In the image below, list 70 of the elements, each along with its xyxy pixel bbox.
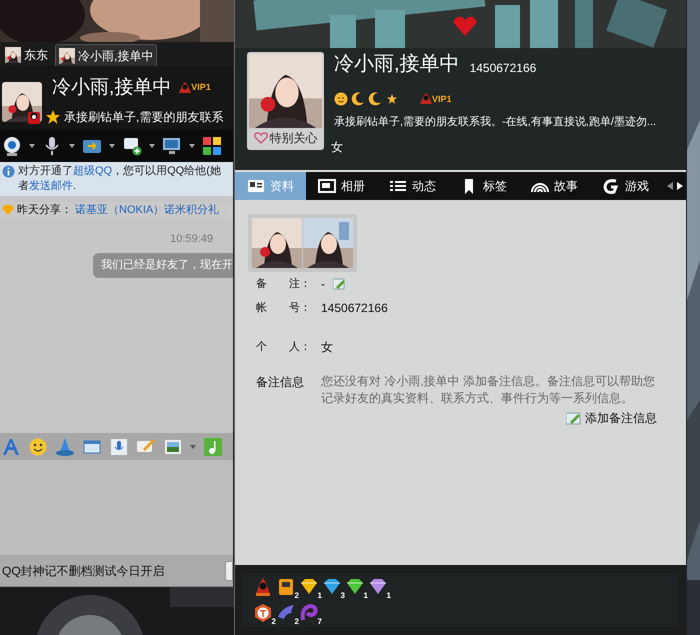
badge-count: 7 xyxy=(318,618,322,626)
sun-level-icon xyxy=(334,92,348,106)
edit-icon[interactable] xyxy=(333,278,346,290)
caret-icon[interactable] xyxy=(29,144,35,148)
profile-tab[interactable]: 游戏 xyxy=(590,172,661,200)
info-icon xyxy=(2,165,15,178)
apps-icon[interactable] xyxy=(202,136,222,156)
contact-signature: 承接刷钻单子,需要的朋友联系 xyxy=(64,109,224,126)
profile-tab[interactable]: 相册 xyxy=(306,172,377,200)
field-value: - xyxy=(321,276,325,293)
remark-description: 您还没有对 冷小雨,接单中 添加备注信息。备注信息可以帮助您记录好友的真实资料、联系方式、事件行为等一系列信息。 xyxy=(321,373,656,407)
caret-icon[interactable] xyxy=(189,144,195,148)
message-input[interactable] xyxy=(0,460,233,555)
notice-link[interactable]: 超级QQ xyxy=(73,165,112,177)
chat-tab[interactable]: 东东 xyxy=(2,44,51,66)
status-text: QQ封神记不删档测试今日开启 xyxy=(2,562,165,580)
badge-count: 1 xyxy=(386,592,391,600)
heart-plus-icon xyxy=(254,132,268,144)
badge-count: 1 xyxy=(364,592,368,600)
qq-number: 1450672166 xyxy=(470,62,536,74)
smiley-icon[interactable] xyxy=(28,436,48,456)
monitor-icon[interactable] xyxy=(162,136,182,156)
badge-count: 3 xyxy=(340,592,345,600)
field-label: 备 注： xyxy=(256,276,311,292)
vip-label: VIP1 xyxy=(432,94,452,104)
caret-icon[interactable] xyxy=(69,144,75,148)
star-icon xyxy=(46,110,60,124)
badge-count: 2 xyxy=(294,592,299,600)
field-value: 1450672166 xyxy=(321,300,388,317)
field-value: 女 xyxy=(321,339,333,356)
card-icon xyxy=(247,178,265,194)
profile-tab[interactable]: 故事 xyxy=(519,172,590,200)
vip-label: VIP1 xyxy=(191,83,211,92)
badge-count: 2 xyxy=(272,618,276,626)
diamond-icon xyxy=(2,205,14,216)
share-label: 昨天分享： xyxy=(17,202,72,218)
profile-tab[interactable]: 标签 xyxy=(448,172,519,200)
chat-add-icon[interactable] xyxy=(122,136,142,156)
chest-badge-icon[interactable] xyxy=(276,577,296,597)
gender-text: 女 xyxy=(331,139,343,156)
notice-link[interactable]: 发送邮件 xyxy=(29,180,73,192)
moon-level-icon xyxy=(368,92,382,106)
edit-icon xyxy=(566,412,582,424)
field-label: 帐 号： xyxy=(256,300,311,316)
star-level-icon xyxy=(385,92,399,106)
message-time: 10:59:49 xyxy=(170,232,213,246)
music-icon[interactable] xyxy=(203,436,223,456)
profile-name: 冷小雨,接单中 xyxy=(334,54,460,74)
left-arrow-icon[interactable] xyxy=(667,182,673,190)
caret-icon[interactable] xyxy=(109,144,115,148)
profile-tab[interactable]: 动态 xyxy=(377,172,448,200)
caret-icon[interactable] xyxy=(149,144,155,148)
game-icon xyxy=(602,178,620,194)
notice-text: 对方开通了超级QQ，您可以用QQ给他(她 者发送邮件. xyxy=(18,164,221,194)
list-icon xyxy=(389,178,407,194)
contact-name: 冷小雨,接单中 xyxy=(52,78,172,97)
webcam-icon[interactable] xyxy=(2,136,22,156)
badge-count: 1 xyxy=(318,592,322,600)
moon-level-icon xyxy=(351,92,365,106)
badge-count: 2 xyxy=(294,618,299,626)
field-label: 个 人： xyxy=(256,340,311,355)
medal-badge-icon[interactable] xyxy=(253,603,273,623)
add-remark-link[interactable]: 添加备注信息 xyxy=(566,409,657,427)
chat-tab[interactable]: 冷小雨,接单中 xyxy=(55,44,158,66)
profile-signature: 承接刷钻单子,需要的朋友联系我。-在线,有事直接说,跑单/墨迹勿... xyxy=(334,114,656,130)
photo-icon xyxy=(318,178,336,194)
right-arrow-icon[interactable] xyxy=(677,182,683,190)
swirl-badge-icon[interactable] xyxy=(299,603,319,623)
message-bubble: 我们已经是好友了，现在开 xyxy=(93,253,233,278)
remark-label: 备注信息 xyxy=(256,374,305,391)
